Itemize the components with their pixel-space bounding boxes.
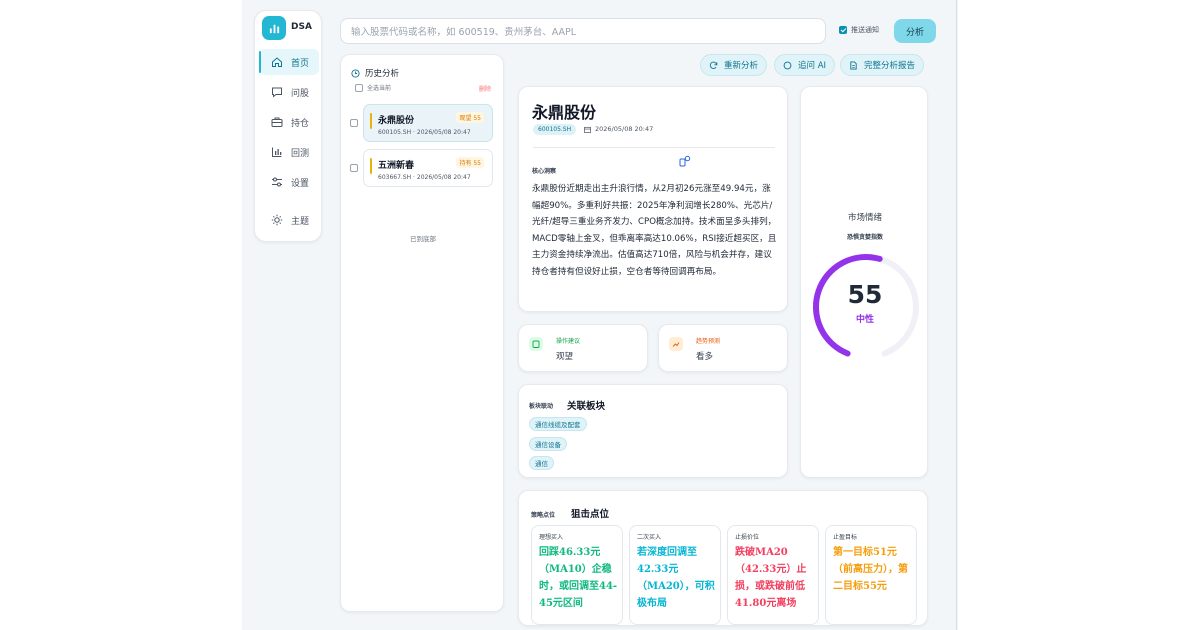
sentiment-subtitle: 恐惧贪婪指数 — [846, 234, 883, 241]
history-item-name: 五洲新春 — [378, 161, 415, 171]
select-all-checkbox[interactable] — [355, 83, 363, 92]
sidebar-item-label: 问股 — [291, 88, 310, 99]
trend-label: 趋势预测 — [696, 338, 721, 345]
sector-title: 关联板块 — [567, 401, 606, 412]
stock-name: 永鼎股份 — [532, 103, 597, 122]
notify-label: 推送通知 — [851, 26, 879, 34]
theme-label: 主题 — [291, 216, 310, 227]
theme-toggle[interactable]: 主题 — [259, 207, 319, 233]
delete-button[interactable]: 删除 — [479, 84, 491, 93]
strategy-point-stop-loss: 止损价位 跌破MA20（42.33元）止损，或跌破前低41.80元离场 — [727, 525, 819, 625]
sentiment-value: 55 — [847, 280, 883, 309]
strategy-point-text: 若深度回调至42.33元（MA20），可积极布局 — [637, 547, 715, 609]
sentiment-title: 市场情绪 — [847, 213, 882, 223]
logo-text: DSA — [291, 22, 312, 32]
sidebar-item-settings[interactable]: 设置 — [259, 169, 319, 195]
strategy-card: 策略点位 狙击点位 理想买入 回踩46.33元（MA10）企稳时，或回调至44-… — [518, 490, 928, 626]
history-item-badge: 持有 55 — [456, 157, 484, 168]
briefcase-icon — [271, 117, 283, 127]
chat-icon — [272, 87, 282, 98]
history-item-bar — [370, 158, 372, 174]
operation-card: 操作建议 观望 — [518, 324, 648, 372]
history-item-bar — [370, 113, 372, 129]
sector-tag[interactable]: 通信 — [529, 456, 554, 470]
strategy-point-second-buy: 二次买入 若深度回调至42.33元（MA20），可积极布局 — [629, 525, 721, 625]
reanalyze-button[interactable]: 重新分析 — [700, 54, 768, 76]
strategy-label: 策略点位 — [531, 512, 556, 519]
strategy-point-take-profit: 止盈目标 第一目标51元（前高压力），第二目标55元 — [825, 525, 917, 625]
home-icon — [272, 57, 282, 67]
stock-code: 600105.SH — [533, 124, 577, 135]
sentiment-card: 市场情绪 恐惧贪婪指数 55 中性 — [800, 86, 928, 478]
sidebar-item-ask[interactable]: 问股 — [259, 79, 319, 105]
history-item-checkbox[interactable] — [350, 164, 358, 172]
strategy-point-text: 回踩46.33元（MA10）企稳时，或回调至44-45元区间 — [539, 547, 618, 609]
document-icon — [850, 60, 857, 70]
sidebar-item-label: 设置 — [291, 178, 310, 189]
core-insight-text: 永鼎股份近期走出主升浪行情，从2月初26元涨至49.94元，涨幅超90%。多重利… — [532, 184, 777, 277]
notify-toggle[interactable]: 推送通知 — [839, 25, 879, 35]
refresh-icon — [709, 61, 718, 69]
full-report-button[interactable]: 完整分析报告 — [840, 54, 925, 76]
history-end: 已到底部 — [410, 235, 436, 243]
calendar-icon — [584, 126, 591, 133]
divider — [533, 147, 775, 148]
message-icon — [783, 61, 792, 69]
sector-tag[interactable]: 通信线缆及配套 — [529, 417, 587, 431]
app-frame: DSA 首页 问股 持仓 回测 设置 主题 输入股票代码或名称，如 600519… — [242, 0, 958, 630]
history-item-badge: 观望 55 — [456, 112, 484, 123]
trend-card: 趋势预测 看多 — [658, 324, 788, 372]
sentiment-mood: 中性 — [855, 315, 874, 325]
sidebar-item-backtest[interactable]: 回测 — [259, 139, 319, 165]
scrollbar-edge — [956, 0, 957, 630]
history-item-meta: 600105.SH · 2026/05/08 20:47 — [378, 129, 471, 136]
operation-value: 观望 — [556, 352, 574, 362]
sliders-icon — [272, 177, 282, 187]
select-all[interactable]: 全选当前 — [355, 83, 391, 92]
share-icon[interactable] — [679, 155, 691, 167]
sidebar-item-label: 回测 — [291, 148, 310, 159]
clock-icon — [351, 68, 360, 78]
trend-value: 看多 — [696, 352, 714, 362]
strategy-title: 狙击点位 — [571, 509, 610, 520]
operation-label: 操作建议 — [556, 338, 581, 345]
history-panel: 历史分析 全选当前 删除 永鼎股份 观望 55 600105.SH · 2026… — [340, 54, 504, 612]
sidebar-item-label: 首页 — [291, 58, 310, 69]
sector-label: 板块联动 — [529, 403, 554, 410]
sidebar-nav: DSA 首页 问股 持仓 回测 设置 主题 — [254, 10, 322, 242]
sun-icon — [271, 214, 283, 226]
sidebar-item-label: 持仓 — [291, 118, 310, 129]
history-item-checkbox[interactable] — [350, 119, 358, 127]
sector-tag[interactable]: 通信设备 — [529, 437, 567, 451]
history-item[interactable]: 永鼎股份 观望 55 600105.SH · 2026/05/08 20:47 — [363, 104, 493, 142]
strategy-point-ideal-buy: 理想买入 回踩46.33元（MA10）企稳时，或回调至44-45元区间 — [531, 525, 623, 625]
history-item-meta: 603667.SH · 2026/05/08 20:47 — [378, 174, 471, 181]
sector-card: 板块联动 关联板块 通信线缆及配套 通信设备 通信 — [518, 384, 788, 478]
history-item[interactable]: 五洲新春 持有 55 603667.SH · 2026/05/08 20:47 — [363, 149, 493, 187]
search-input[interactable]: 输入股票代码或名称，如 600519、贵州茅台、AAPL — [340, 18, 826, 44]
history-item-name: 永鼎股份 — [378, 116, 415, 126]
sidebar-item-home[interactable]: 首页 — [259, 49, 319, 75]
bar-chart-icon — [272, 147, 282, 157]
notify-checkbox[interactable] — [839, 26, 847, 34]
trend-up-icon — [669, 337, 683, 351]
core-insight-label: 核心洞察 — [532, 168, 557, 175]
strategy-point-text: 第一目标51元（前高压力），第二目标55元 — [833, 547, 908, 592]
history-title: 历史分析 — [351, 67, 399, 79]
ask-ai-button[interactable]: 追问 AI — [774, 54, 836, 76]
analyze-button[interactable]: 分析 — [894, 19, 936, 43]
clipboard-icon — [529, 337, 543, 351]
logo-icon — [262, 16, 286, 40]
report-card: 永鼎股份 600105.SH 2026/05/08 20:47 核心洞察 永鼎股… — [518, 86, 788, 312]
report-date: 2026/05/08 20:47 — [584, 125, 653, 133]
sidebar-item-portfolio[interactable]: 持仓 — [259, 109, 319, 135]
strategy-point-text: 跌破MA20（42.33元）止损，或跌破前低41.80元离场 — [735, 547, 807, 609]
